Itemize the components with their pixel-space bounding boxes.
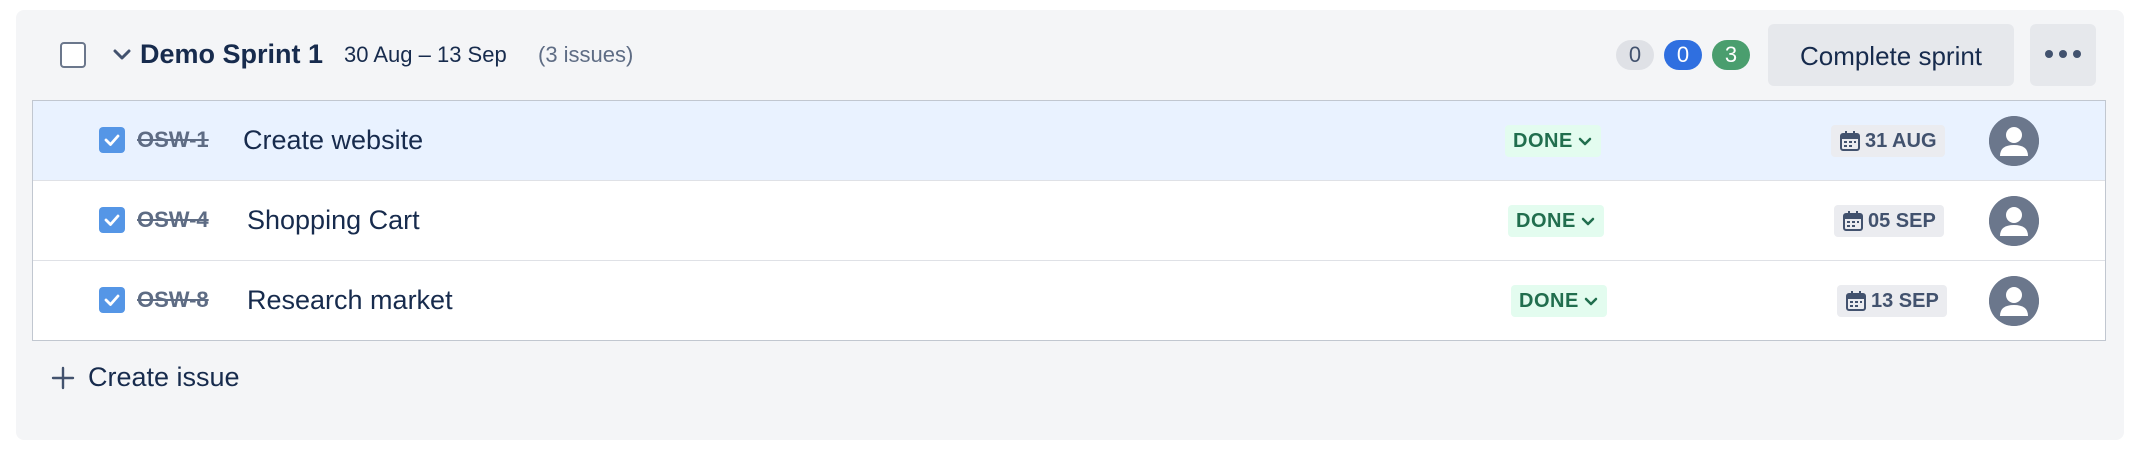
issue-key[interactable]: OSW-1 — [137, 123, 209, 157]
sprint-status-badges: 0 0 3 — [1616, 40, 1750, 70]
issue-summary[interactable]: Create website — [243, 121, 423, 159]
sprint-issue-count: (3 issues) — [538, 42, 634, 67]
check-icon — [104, 294, 120, 306]
calendar-icon — [1846, 291, 1866, 311]
status-label: DONE — [1519, 289, 1579, 312]
issue-key[interactable]: OSW-4 — [137, 203, 209, 237]
sprint-container: Demo Sprint 1 30 Aug – 13 Sep (3 issues)… — [16, 10, 2124, 440]
more-actions-button[interactable] — [2030, 24, 2096, 86]
user-avatar-icon[interactable] — [1989, 116, 2039, 166]
issue-row[interactable]: OSW-8 Research market DONE 13 SEP — [33, 261, 2105, 340]
chevron-down-icon — [1584, 297, 1598, 306]
calendar-icon — [1843, 211, 1863, 231]
status-lozenge[interactable]: DONE — [1511, 285, 1607, 317]
check-icon — [104, 214, 120, 226]
chevron-down-icon — [1578, 137, 1592, 146]
status-lozenge[interactable]: DONE — [1508, 205, 1604, 237]
issue-summary[interactable]: Shopping Cart — [247, 201, 420, 239]
due-date-text: 13 SEP — [1871, 289, 1939, 312]
status-label: DONE — [1516, 209, 1576, 232]
check-icon — [104, 134, 120, 146]
sprint-select-checkbox[interactable] — [60, 42, 86, 68]
status-lozenge[interactable]: DONE — [1505, 125, 1601, 157]
create-issue-label: Create issue — [88, 362, 240, 392]
issue-summary[interactable]: Research market — [247, 281, 453, 319]
due-date-lozenge: 31 AUG — [1831, 125, 1945, 157]
issue-key[interactable]: OSW-8 — [137, 283, 209, 317]
user-avatar-icon[interactable] — [1989, 276, 2039, 326]
more-icon — [2043, 46, 2083, 64]
issue-checkbox[interactable] — [99, 287, 125, 313]
chevron-down-icon[interactable] — [108, 40, 136, 68]
issue-checkbox[interactable] — [99, 127, 125, 153]
create-issue-button[interactable]: Create issue — [50, 362, 240, 393]
due-date-lozenge: 05 SEP — [1834, 205, 1944, 237]
sprint-name[interactable]: Demo Sprint 1 — [140, 36, 323, 72]
done-count-badge: 3 — [1712, 40, 1750, 70]
issue-row[interactable]: OSW-1 Create website DONE 31 AUG — [33, 101, 2105, 181]
issue-list: OSW-1 Create website DONE 31 AUG OSW-4 S… — [32, 100, 2106, 341]
due-date-text: 05 SEP — [1868, 209, 1936, 232]
issue-row[interactable]: OSW-4 Shopping Cart DONE 05 SEP — [33, 181, 2105, 261]
due-date-lozenge: 13 SEP — [1837, 285, 1947, 317]
sprint-header: Demo Sprint 1 30 Aug – 13 Sep (3 issues)… — [16, 10, 2124, 100]
chevron-down-icon — [1581, 217, 1595, 226]
plus-icon — [51, 366, 75, 389]
issue-checkbox[interactable] — [99, 207, 125, 233]
calendar-icon — [1840, 131, 1860, 151]
due-date-text: 31 AUG — [1865, 129, 1937, 152]
sprint-dates: 30 Aug – 13 Sep — [344, 42, 507, 67]
in-progress-count-badge: 0 — [1664, 40, 1702, 70]
user-avatar-icon[interactable] — [1989, 196, 2039, 246]
status-label: DONE — [1513, 129, 1573, 152]
todo-count-badge: 0 — [1616, 40, 1654, 70]
complete-sprint-button[interactable]: Complete sprint — [1768, 24, 2014, 86]
